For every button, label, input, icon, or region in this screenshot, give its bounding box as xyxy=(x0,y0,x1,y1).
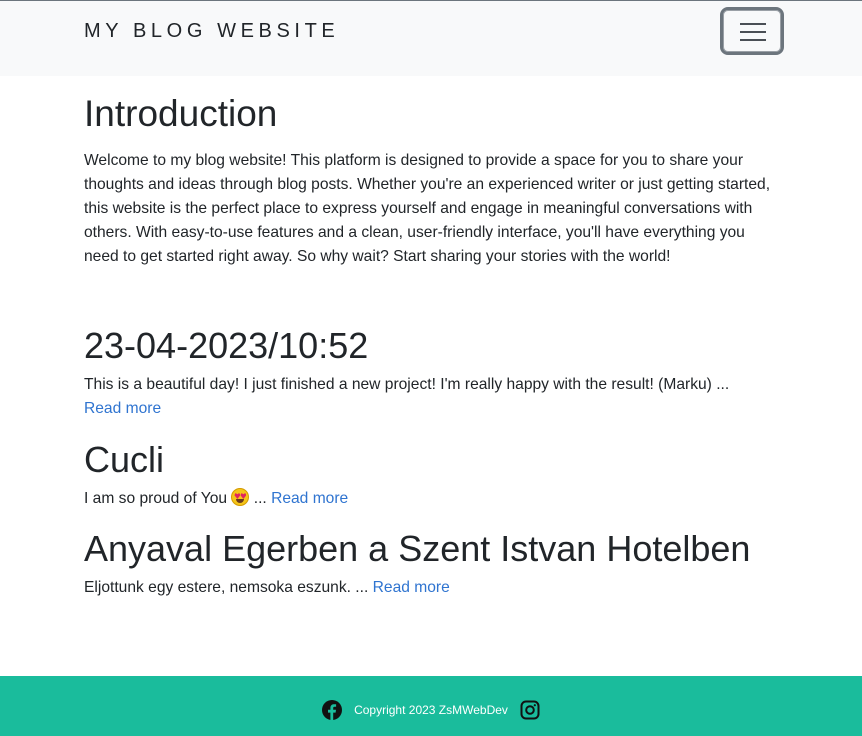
intro-text: Welcome to my blog website! This platfor… xyxy=(84,152,771,265)
navbar-toggler-button[interactable] xyxy=(720,7,784,55)
site-brand-link[interactable]: MY BLOG WEBSITE xyxy=(84,20,339,43)
read-more-link[interactable]: Read more xyxy=(271,490,348,507)
post-excerpt: Eljottunk egy estere, nemsoka eszunk. ..… xyxy=(84,576,784,600)
star-struck-emoji-icon xyxy=(231,488,250,506)
footer: Copyright 2023 ZsMWebDev xyxy=(0,676,862,736)
read-more-link[interactable]: Read more xyxy=(373,579,450,596)
hamburger-menu-icon-bar xyxy=(740,39,766,41)
navbar: MY BLOG WEBSITE xyxy=(0,0,862,76)
post-excerpt-ellipsis: ... xyxy=(253,490,267,507)
post-item: 23-04-2023/10:52 This is a beautiful day… xyxy=(84,324,784,421)
post-title: Cucli xyxy=(84,439,165,480)
post-excerpt-text: Eljottunk egy estere, nemsoka eszunk. ..… xyxy=(84,579,369,596)
post-excerpt: I am so proud of You ... Read more xyxy=(84,487,784,511)
footer-content: Copyright 2023 ZsMWebDev xyxy=(0,700,862,720)
post-item: Anyaval Egerben a Szent Istvan Hotelben … xyxy=(84,527,784,600)
copyright-text: Copyright 2023 ZsMWebDev xyxy=(354,703,508,717)
post-item: Cucli I am so proud of You ... Read more xyxy=(84,438,784,511)
facebook-icon[interactable] xyxy=(322,700,343,720)
instagram-icon[interactable] xyxy=(520,700,540,720)
post-title: Anyaval Egerben a Szent Istvan Hotelben xyxy=(84,528,751,569)
post-title: 23-04-2023/10:52 xyxy=(84,325,369,366)
read-more-link[interactable]: Read more xyxy=(84,400,161,417)
post-excerpt: This is a beautiful day! I just finished… xyxy=(84,373,784,421)
hamburger-menu-icon-bar xyxy=(740,31,766,33)
page: MY BLOG WEBSITE Introduction Welcome to … xyxy=(0,0,862,736)
hamburger-menu-icon xyxy=(740,23,766,25)
post-excerpt-text: I am so proud of You xyxy=(84,490,228,507)
intro-title: Introduction xyxy=(84,93,278,134)
post-excerpt-text: This is a beautiful day! I just finished… xyxy=(84,376,730,393)
